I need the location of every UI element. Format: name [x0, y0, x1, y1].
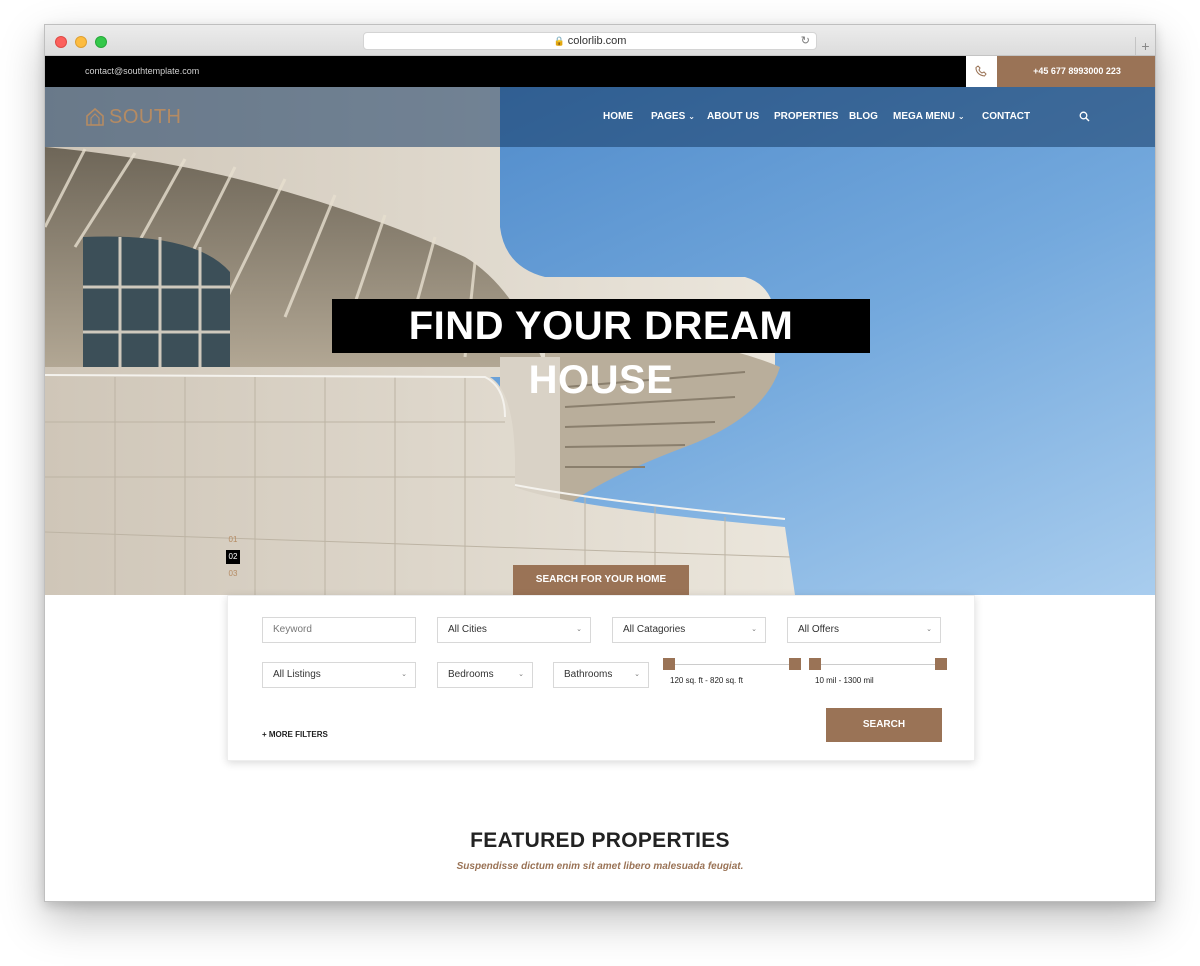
chevron-down-icon: ⌄: [926, 626, 932, 633]
price-range-label: 10 mil - 1300 mil: [815, 676, 874, 685]
browser-chrome: 🔒 colorlib.com ↻ +: [45, 25, 1155, 56]
nav-properties[interactable]: PROPERTIES: [774, 87, 838, 147]
search-icon[interactable]: [1079, 111, 1090, 122]
nav-contact[interactable]: CONTACT: [982, 87, 1030, 147]
bedrooms-value: Bedrooms: [448, 669, 494, 680]
top-contact-bar: contact@southtemplate.com +45 677 899300…: [45, 56, 1155, 87]
nav-blog[interactable]: BLOG: [849, 87, 878, 147]
listings-select[interactable]: All Listings ⌄: [262, 662, 416, 688]
nav-about[interactable]: ABOUT US: [707, 87, 759, 147]
close-window-button[interactable]: [55, 36, 67, 48]
phone-number[interactable]: +45 677 8993000 223: [997, 56, 1155, 87]
browser-window: 🔒 colorlib.com ↻ + contact@southtemplate.…: [44, 24, 1156, 902]
chevron-down-icon: ⌄: [688, 112, 695, 121]
featured-subtitle: Suspendisse dictum enim sit amet libero …: [456, 861, 744, 872]
price-min-handle[interactable]: [809, 658, 821, 670]
new-tab-button[interactable]: +: [1135, 37, 1155, 56]
bedrooms-select[interactable]: Bedrooms ⌄: [437, 662, 533, 688]
price-range-track: [815, 664, 941, 665]
cities-select[interactable]: All Cities ⌄: [437, 617, 591, 643]
brand-name: SOUTH: [109, 105, 182, 128]
categories-select[interactable]: All Catagories ⌄: [612, 617, 766, 643]
area-range-label: 120 sq. ft - 820 sq. ft: [670, 676, 743, 685]
offers-value: All Offers: [798, 624, 839, 635]
bathrooms-value: Bathrooms: [564, 669, 613, 680]
reload-icon[interactable]: ↻: [801, 33, 810, 50]
search-button[interactable]: SEARCH: [826, 708, 942, 742]
bathrooms-select[interactable]: Bathrooms ⌄: [553, 662, 649, 688]
contact-email[interactable]: contact@southtemplate.com: [85, 56, 199, 87]
nav-pages[interactable]: PAGES ⌄: [651, 87, 695, 147]
chevron-down-icon: ⌄: [751, 626, 757, 633]
slide-indicator-3[interactable]: 03: [226, 567, 240, 581]
listings-value: All Listings: [273, 669, 321, 680]
nav-mega-menu[interactable]: MEGA MENU ⌄: [893, 87, 965, 147]
nav-home[interactable]: HOME: [603, 87, 633, 147]
zoom-window-button[interactable]: [95, 36, 107, 48]
keyword-input[interactable]: Keyword: [262, 617, 416, 643]
brand-logo[interactable]: SOUTH: [85, 105, 182, 129]
offers-select[interactable]: All Offers ⌄: [787, 617, 941, 643]
slide-indicator-2[interactable]: 02: [226, 550, 240, 564]
area-min-handle[interactable]: [663, 658, 675, 670]
house-logo-icon: [86, 107, 104, 126]
area-range-slider[interactable]: 120 sq. ft - 820 sq. ft: [663, 658, 803, 698]
search-for-home-tab[interactable]: SEARCH FOR YOUR HOME: [513, 565, 689, 595]
cities-value: All Cities: [448, 624, 487, 635]
minimize-window-button[interactable]: [75, 36, 87, 48]
nav-pages-label: PAGES: [651, 111, 686, 122]
address-bar[interactable]: 🔒 colorlib.com ↻: [363, 32, 817, 50]
chevron-down-icon: ⌄: [401, 671, 407, 678]
slide-indicator-1[interactable]: 01: [226, 533, 240, 547]
price-max-handle[interactable]: [935, 658, 947, 670]
chevron-down-icon: ⌄: [957, 112, 965, 121]
categories-value: All Catagories: [623, 624, 686, 635]
area-range-track: [669, 664, 795, 665]
nav-mega-menu-label: MEGA MENU: [893, 111, 955, 122]
hero-headline: FIND YOUR DREAM HOUSE: [332, 299, 870, 402]
phone-icon: [966, 56, 997, 87]
price-range-slider[interactable]: 10 mil - 1300 mil: [809, 658, 949, 698]
chevron-down-icon: ⌄: [634, 671, 640, 678]
lock-icon: 🔒: [553, 36, 565, 46]
chevron-down-icon: ⌄: [518, 671, 524, 678]
area-max-handle[interactable]: [789, 658, 801, 670]
main-navbar: SOUTH HOME PAGES ⌄ ABOUT US PROPERTIES BL…: [45, 87, 1155, 147]
url-text: colorlib.com: [567, 35, 627, 47]
featured-title: FEATURED PROPERTIES: [470, 829, 730, 852]
chevron-down-icon: ⌄: [576, 626, 582, 633]
more-filters-link[interactable]: + MORE FILTERS: [262, 730, 328, 739]
property-search-panel: Keyword All Cities ⌄ All Catagories ⌄ All …: [227, 595, 975, 761]
